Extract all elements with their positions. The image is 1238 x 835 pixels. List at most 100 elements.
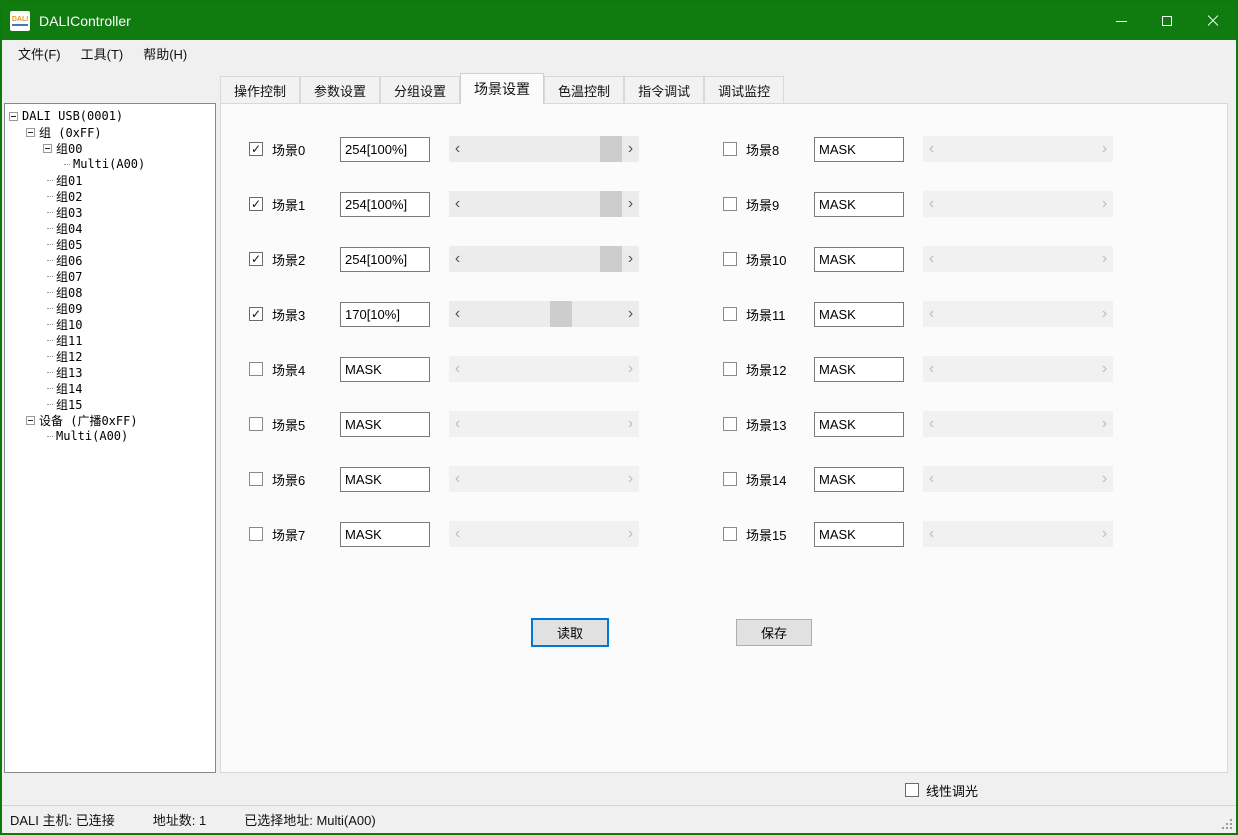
save-button[interactable]: 保存 — [736, 619, 812, 646]
tree-item[interactable]: 组00 — [5, 140, 215, 156]
chevron-right-icon[interactable] — [622, 136, 639, 162]
scene-value-input[interactable] — [340, 137, 430, 162]
tree-item[interactable]: 设备 (广播0xFF) — [5, 412, 215, 428]
chevron-right-icon[interactable] — [622, 246, 639, 272]
chevron-right-icon[interactable] — [1096, 356, 1113, 382]
chevron-left-icon[interactable] — [449, 136, 466, 162]
tree-item[interactable]: DALI USB(0001) — [5, 108, 215, 124]
collapse-minus-icon[interactable] — [26, 416, 35, 425]
menu-item[interactable]: 工具(T) — [71, 43, 134, 67]
tree-item[interactable]: 组11 — [5, 332, 215, 348]
scene-slider[interactable] — [923, 136, 1113, 162]
tree-item[interactable]: 组05 — [5, 236, 215, 252]
chevron-left-icon[interactable] — [923, 301, 940, 327]
scene-value-input[interactable] — [814, 247, 904, 272]
chevron-right-icon[interactable] — [1096, 521, 1113, 547]
menu-item[interactable]: 帮助(H) — [133, 43, 197, 67]
tab[interactable]: 色温控制 — [544, 76, 624, 103]
tree-item[interactable]: Multi(A00) — [5, 156, 215, 172]
tab[interactable]: 操作控制 — [220, 76, 300, 103]
chevron-right-icon[interactable] — [622, 521, 639, 547]
scene-slider[interactable] — [449, 466, 639, 492]
linear-dimming-checkbox[interactable] — [905, 783, 919, 797]
tree-item[interactable]: 组01 — [5, 172, 215, 188]
chevron-left-icon[interactable] — [449, 246, 466, 272]
chevron-right-icon[interactable] — [622, 356, 639, 382]
scene-slider[interactable] — [449, 191, 639, 217]
chevron-left-icon[interactable] — [923, 246, 940, 272]
scene-value-input[interactable] — [814, 137, 904, 162]
scene-slider[interactable] — [923, 521, 1113, 547]
chevron-left-icon[interactable] — [449, 466, 466, 492]
collapse-minus-icon[interactable] — [26, 128, 35, 137]
tree-item[interactable]: 组07 — [5, 268, 215, 284]
close-button[interactable] — [1190, 2, 1236, 40]
tree-item[interactable]: 组10 — [5, 316, 215, 332]
scene-checkbox[interactable] — [723, 417, 737, 431]
tab[interactable]: 场景设置 — [460, 73, 544, 104]
chevron-left-icon[interactable] — [923, 191, 940, 217]
slider-thumb[interactable] — [600, 246, 622, 272]
chevron-right-icon[interactable] — [1096, 191, 1113, 217]
chevron-right-icon[interactable] — [1096, 466, 1113, 492]
scene-value-input[interactable] — [814, 357, 904, 382]
chevron-left-icon[interactable] — [923, 466, 940, 492]
scene-slider[interactable] — [449, 521, 639, 547]
scene-value-input[interactable] — [340, 467, 430, 492]
minimize-button[interactable] — [1098, 2, 1144, 40]
scene-checkbox[interactable] — [249, 197, 263, 211]
resize-grip-icon[interactable] — [1221, 818, 1233, 830]
chevron-right-icon[interactable] — [622, 466, 639, 492]
scene-checkbox[interactable] — [249, 362, 263, 376]
tree-item[interactable]: 组03 — [5, 204, 215, 220]
tree-item[interactable]: 组12 — [5, 348, 215, 364]
maximize-button[interactable] — [1144, 2, 1190, 40]
scene-value-input[interactable] — [340, 357, 430, 382]
scene-slider[interactable] — [449, 411, 639, 437]
chevron-left-icon[interactable] — [449, 356, 466, 382]
slider-thumb[interactable] — [600, 191, 622, 217]
scene-slider[interactable] — [449, 246, 639, 272]
scene-value-input[interactable] — [814, 412, 904, 437]
tab[interactable]: 指令调试 — [624, 76, 704, 103]
chevron-right-icon[interactable] — [1096, 301, 1113, 327]
scene-checkbox[interactable] — [249, 527, 263, 541]
scene-slider[interactable] — [923, 356, 1113, 382]
tree-item[interactable]: Multi(A00) — [5, 428, 215, 444]
scene-value-input[interactable] — [340, 412, 430, 437]
scene-slider[interactable] — [923, 246, 1113, 272]
tab[interactable]: 分组设置 — [380, 76, 460, 103]
scene-checkbox[interactable] — [249, 307, 263, 321]
scene-slider[interactable] — [923, 191, 1113, 217]
tree-item[interactable]: 组04 — [5, 220, 215, 236]
chevron-left-icon[interactable] — [923, 411, 940, 437]
tab[interactable]: 调试监控 — [704, 76, 784, 103]
chevron-left-icon[interactable] — [449, 191, 466, 217]
scene-value-input[interactable] — [814, 467, 904, 492]
collapse-minus-icon[interactable] — [43, 144, 52, 153]
chevron-right-icon[interactable] — [622, 191, 639, 217]
tree-item[interactable]: 组09 — [5, 300, 215, 316]
tree-item[interactable]: 组13 — [5, 364, 215, 380]
scene-slider[interactable] — [923, 411, 1113, 437]
scene-value-input[interactable] — [340, 522, 430, 547]
chevron-left-icon[interactable] — [923, 136, 940, 162]
scene-checkbox[interactable] — [723, 472, 737, 486]
scene-value-input[interactable] — [814, 192, 904, 217]
scene-slider[interactable] — [923, 466, 1113, 492]
menu-item[interactable]: 文件(F) — [8, 43, 71, 67]
tree-item[interactable]: 组 (0xFF) — [5, 124, 215, 140]
scene-slider[interactable] — [449, 301, 639, 327]
tab[interactable]: 参数设置 — [300, 76, 380, 103]
scene-value-input[interactable] — [340, 247, 430, 272]
tree-item[interactable]: 组14 — [5, 380, 215, 396]
scene-checkbox[interactable] — [723, 527, 737, 541]
scene-checkbox[interactable] — [249, 142, 263, 156]
scene-checkbox[interactable] — [723, 197, 737, 211]
scene-slider[interactable] — [449, 136, 639, 162]
slider-thumb[interactable] — [550, 301, 572, 327]
chevron-left-icon[interactable] — [923, 356, 940, 382]
scene-checkbox[interactable] — [723, 142, 737, 156]
scene-checkbox[interactable] — [723, 307, 737, 321]
chevron-right-icon[interactable] — [622, 301, 639, 327]
